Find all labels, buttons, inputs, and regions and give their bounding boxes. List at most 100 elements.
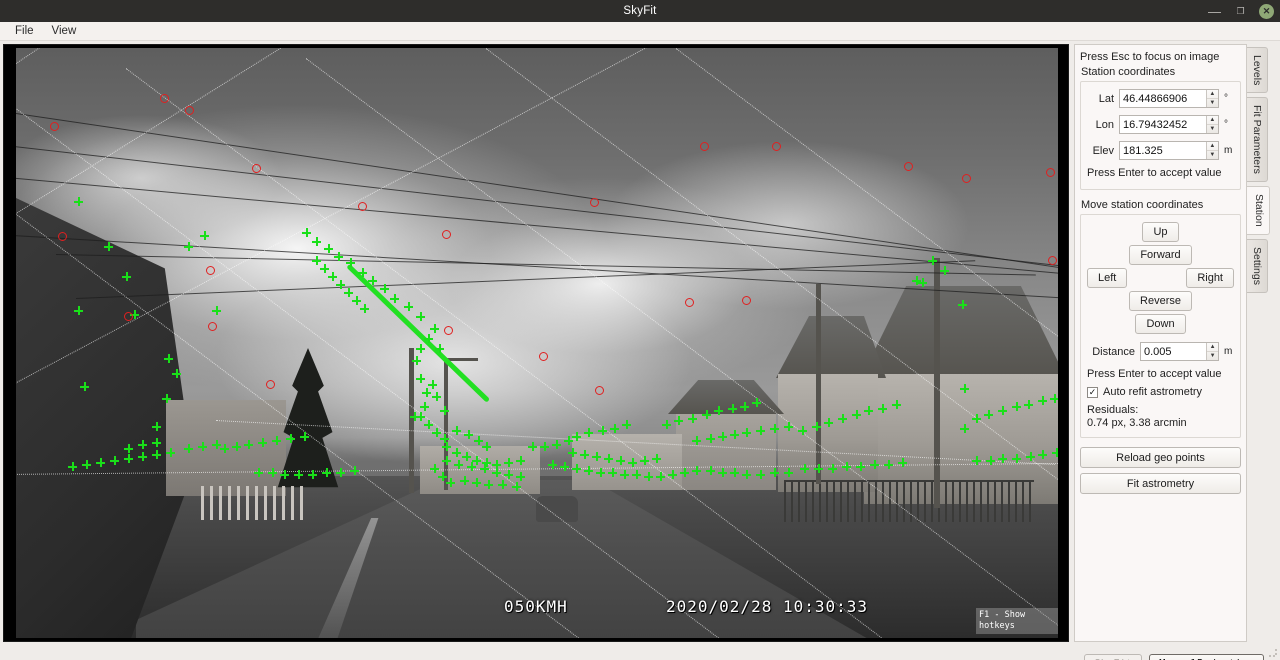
geo-point-marker[interactable]: [688, 414, 697, 423]
geo-point-marker[interactable]: [842, 462, 851, 471]
geo-point-marker[interactable]: [110, 456, 119, 465]
auto-refit-checkbox[interactable]: ✓: [1087, 386, 1098, 398]
geo-point-marker[interactable]: [516, 472, 525, 481]
geo-point-marker[interactable]: [368, 276, 377, 285]
auto-refit-row[interactable]: ✓ Auto refit astrometry: [1087, 386, 1234, 398]
geo-point-marker[interactable]: [784, 468, 793, 477]
geo-point-marker[interactable]: [812, 422, 821, 431]
geo-point-marker[interactable]: [435, 344, 444, 353]
geo-point-marker[interactable]: [416, 344, 425, 353]
lat-spin-down-icon[interactable]: ▼: [1207, 99, 1218, 107]
geo-point-marker[interactable]: [358, 268, 367, 277]
geo-point-marker[interactable]: [122, 272, 131, 281]
geo-point-marker[interactable]: [540, 442, 549, 451]
geo-point-marker[interactable]: [604, 454, 613, 463]
star-marker[interactable]: [441, 229, 451, 239]
geo-point-marker[interactable]: [504, 470, 513, 479]
geo-point-marker[interactable]: [1052, 448, 1058, 457]
geo-point-marker[interactable]: [440, 406, 449, 415]
geo-point-marker[interactable]: [164, 354, 173, 363]
move-left-button[interactable]: Left: [1087, 268, 1128, 288]
geo-point-marker[interactable]: [138, 452, 147, 461]
geo-point-marker[interactable]: [652, 454, 661, 463]
geo-point-marker[interactable]: [692, 436, 701, 445]
geo-point-marker[interactable]: [166, 448, 175, 457]
image-viewport[interactable]: 050KMH 2020/02/28 10:30:33 F1 - Show hot…: [3, 44, 1069, 642]
star-marker[interactable]: [771, 141, 781, 151]
geo-point-marker[interactable]: [828, 464, 837, 473]
geo-point-marker[interactable]: [548, 460, 557, 469]
geo-point-marker[interactable]: [552, 440, 561, 449]
geo-point-marker[interactable]: [200, 231, 209, 240]
geo-point-marker[interactable]: [390, 294, 399, 303]
geo-point-marker[interactable]: [1012, 454, 1021, 463]
geo-point-marker[interactable]: [1026, 452, 1035, 461]
geo-point-marker[interactable]: [718, 432, 727, 441]
geo-point-marker[interactable]: [254, 468, 263, 477]
geo-point-marker[interactable]: [467, 462, 476, 471]
geo-point-marker[interactable]: [462, 452, 471, 461]
geo-point-marker[interactable]: [824, 418, 833, 427]
geo-point-marker[interactable]: [728, 404, 737, 413]
geo-point-marker[interactable]: [104, 242, 113, 251]
move-down-button[interactable]: Down: [1135, 314, 1186, 334]
geo-point-marker[interactable]: [198, 442, 207, 451]
geo-point-marker[interactable]: [172, 369, 181, 378]
geo-point-marker[interactable]: [286, 434, 295, 443]
geo-point-marker[interactable]: [258, 438, 267, 447]
geo-point-marker[interactable]: [674, 416, 683, 425]
lat-spin-buttons[interactable]: ▲ ▼: [1205, 90, 1218, 107]
geo-point-marker[interactable]: [504, 458, 513, 467]
star-marker[interactable]: [57, 231, 67, 241]
geo-point-marker[interactable]: [702, 410, 711, 419]
geo-point-marker[interactable]: [404, 302, 413, 311]
menu-item-file[interactable]: File: [8, 24, 41, 38]
geo-point-marker[interactable]: [152, 450, 161, 459]
lon-spin-up-icon[interactable]: ▲: [1206, 116, 1218, 125]
geo-point-marker[interactable]: [692, 466, 701, 475]
geo-point-marker[interactable]: [706, 434, 715, 443]
star-marker[interactable]: [265, 379, 275, 389]
star-marker[interactable]: [699, 141, 709, 151]
tab-settings[interactable]: Settings: [1247, 238, 1268, 293]
geo-point-marker[interactable]: [152, 422, 161, 431]
geo-point-marker[interactable]: [856, 462, 865, 471]
geo-point-marker[interactable]: [272, 436, 281, 445]
elev-spinbox[interactable]: ▲ ▼: [1119, 141, 1219, 160]
geo-point-marker[interactable]: [184, 242, 193, 251]
fit-astrometry-button[interactable]: Fit astrometry: [1080, 473, 1241, 494]
geo-point-marker[interactable]: [998, 406, 1007, 415]
geo-point-marker[interactable]: [324, 244, 333, 253]
lat-spinbox[interactable]: ▲ ▼: [1119, 89, 1219, 108]
star-marker[interactable]: [594, 385, 604, 395]
geo-point-marker[interactable]: [568, 448, 577, 457]
geo-point-marker[interactable]: [268, 468, 277, 477]
geo-point-marker[interactable]: [124, 454, 133, 463]
elev-spin-up-icon[interactable]: ▲: [1206, 142, 1218, 151]
geo-point-marker[interactable]: [592, 452, 601, 461]
lon-spin-buttons[interactable]: ▲ ▼: [1205, 116, 1218, 133]
lat-input[interactable]: [1120, 90, 1206, 107]
geo-point-marker[interactable]: [960, 424, 969, 433]
geo-point-marker[interactable]: [656, 472, 665, 481]
geo-point-marker[interactable]: [986, 456, 995, 465]
geo-point-marker[interactable]: [68, 462, 77, 471]
geo-point-marker[interactable]: [302, 228, 311, 237]
skyfit-mode-button[interactable]: SkyFit: [1084, 653, 1143, 660]
geo-point-marker[interactable]: [442, 456, 451, 465]
geo-point-marker[interactable]: [124, 444, 133, 453]
geo-point-marker[interactable]: [960, 384, 969, 393]
star-marker[interactable]: [903, 161, 913, 171]
geo-point-marker[interactable]: [572, 464, 581, 473]
distance-spin-up-icon[interactable]: ▲: [1207, 343, 1218, 352]
geo-point-marker[interactable]: [446, 478, 455, 487]
star-marker[interactable]: [184, 105, 194, 115]
star-marker[interactable]: [741, 295, 751, 305]
geo-point-marker[interactable]: [852, 410, 861, 419]
geo-point-marker[interactable]: [482, 442, 491, 451]
geo-point-marker[interactable]: [662, 420, 671, 429]
geo-point-marker[interactable]: [814, 464, 823, 473]
geo-point-marker[interactable]: [472, 478, 481, 487]
geo-point-marker[interactable]: [212, 440, 221, 449]
move-right-button[interactable]: Right: [1186, 268, 1234, 288]
